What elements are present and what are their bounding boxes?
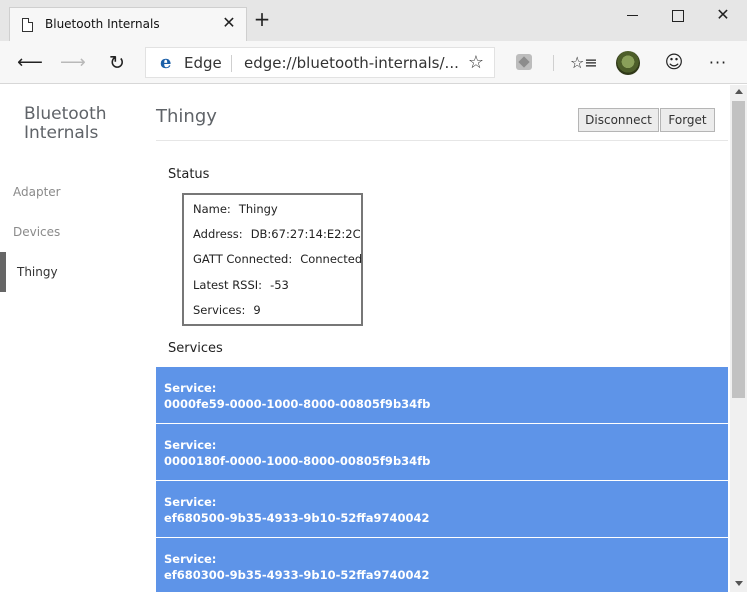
status-row-rssi: Latest RSSI: -53 xyxy=(193,278,289,292)
status-value: Thingy xyxy=(238,202,278,216)
device-details: Thingy Disconnect Forget Status Name: Thi… xyxy=(156,85,728,592)
new-tab-button[interactable]: + xyxy=(252,9,272,30)
title-bar: Bluetooth Internals ✕ + ✕ xyxy=(0,0,747,41)
app-title: Bluetooth Internals xyxy=(24,104,107,143)
address-url[interactable]: edge://bluetooth-internals/... xyxy=(244,54,459,72)
disconnect-button[interactable]: Disconnect xyxy=(578,108,659,132)
status-value: Connected xyxy=(300,252,363,266)
smiley-icon[interactable]: ☺ xyxy=(662,51,686,75)
services-heading: Services xyxy=(168,341,223,356)
avatar[interactable] xyxy=(616,51,640,75)
browser-toolbar: ⟵ ⟶ ↻ e Edge edge://bluetooth-internals/… xyxy=(0,41,747,84)
status-row-gatt: GATT Connected: Connected xyxy=(193,252,362,266)
refresh-icon[interactable]: ↻ xyxy=(105,51,129,75)
more-icon[interactable]: ··· xyxy=(706,51,730,75)
toolbar-divider xyxy=(553,55,554,71)
status-label: Name: xyxy=(193,202,231,216)
status-heading: Status xyxy=(168,167,210,182)
browser-tab[interactable]: Bluetooth Internals ✕ xyxy=(9,7,247,41)
forward-arrow-icon[interactable]: ⟶ xyxy=(60,51,86,75)
service-uuid: 0000180f-0000-1000-8000-00805f9b34fb xyxy=(164,454,431,468)
device-header: Thingy Disconnect Forget xyxy=(156,85,728,141)
edge-logo-icon: e xyxy=(160,52,172,73)
service-item[interactable]: Service: ef680300-9b35-4933-9b10-52ffa97… xyxy=(156,538,728,592)
sidebar-item-thingy[interactable]: Thingy xyxy=(0,252,140,292)
page-content: Bluetooth Internals Adapter Devices Thin… xyxy=(0,85,747,592)
forget-button[interactable]: Forget xyxy=(660,108,715,132)
maximize-button[interactable] xyxy=(667,5,687,25)
service-label: Service: xyxy=(164,495,217,509)
close-icon[interactable]: ✕ xyxy=(220,14,238,32)
service-label: Service: xyxy=(164,438,217,452)
status-row-address: Address: DB:67:27:14:E2:2C xyxy=(193,227,361,241)
service-uuid: ef680300-9b35-4933-9b10-52ffa9740042 xyxy=(164,568,430,582)
status-value: -53 xyxy=(270,278,289,292)
back-arrow-icon[interactable]: ⟵ xyxy=(17,51,43,75)
service-item[interactable]: Service: ef680500-9b35-4933-9b10-52ffa97… xyxy=(156,481,728,537)
status-row-name: Name: Thingy xyxy=(193,202,278,216)
favorites-icon[interactable]: ☆≡ xyxy=(570,51,598,75)
sidebar-item-label: Thingy xyxy=(17,265,58,279)
service-item[interactable]: Service: 0000fe59-0000-1000-8000-00805f9… xyxy=(156,367,728,423)
status-label: GATT Connected: xyxy=(193,252,293,266)
sidebar-item-adapter[interactable]: Adapter xyxy=(0,172,140,212)
page-title: Thingy xyxy=(156,106,217,127)
minimize-button[interactable] xyxy=(622,5,642,25)
service-item[interactable]: Service: 0000180f-0000-1000-8000-00805f9… xyxy=(156,424,728,480)
sidebar-item-devices[interactable]: Devices xyxy=(0,212,140,252)
status-label: Services: xyxy=(193,303,246,317)
status-panel: Name: Thingy Address: DB:67:27:14:E2:2C GA… xyxy=(182,193,363,326)
status-label: Latest RSSI: xyxy=(193,278,263,292)
address-bar[interactable]: e Edge edge://bluetooth-internals/... ☆ xyxy=(145,47,495,78)
service-uuid: 0000fe59-0000-1000-8000-00805f9b34fb xyxy=(164,397,431,411)
star-icon[interactable]: ☆ xyxy=(468,52,484,73)
window-close-button[interactable]: ✕ xyxy=(713,5,733,25)
address-divider xyxy=(231,55,232,72)
service-label: Service: xyxy=(164,552,217,566)
status-row-services: Services: 9 xyxy=(193,303,261,317)
address-brand: Edge xyxy=(184,54,222,72)
page-icon xyxy=(22,18,33,32)
service-uuid: ef680500-9b35-4933-9b10-52ffa9740042 xyxy=(164,511,430,525)
tab-title: Bluetooth Internals xyxy=(45,17,160,31)
status-value: 9 xyxy=(253,303,261,317)
extension-icon[interactable] xyxy=(516,54,532,70)
status-label: Address: xyxy=(193,227,243,241)
scroll-thumb[interactable] xyxy=(732,101,745,398)
status-value: DB:67:27:14:E2:2C xyxy=(250,227,361,241)
vertical-scrollbar[interactable] xyxy=(730,85,747,592)
service-label: Service: xyxy=(164,381,217,395)
scroll-down-icon[interactable] xyxy=(735,581,743,586)
sidebar: Bluetooth Internals Adapter Devices Thin… xyxy=(0,85,148,592)
scroll-up-icon[interactable] xyxy=(735,89,743,94)
